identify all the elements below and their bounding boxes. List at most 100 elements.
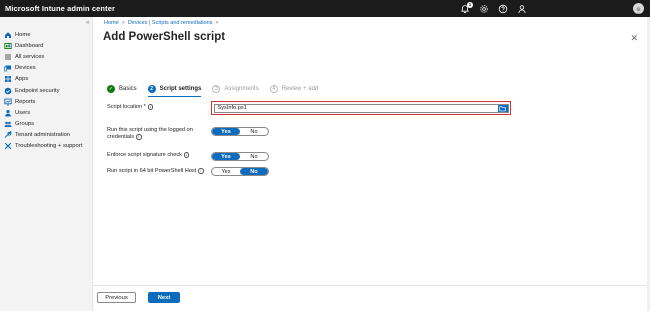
wizard-steps: ✓ Basics 2 Script settings 3 Assignments… <box>107 85 329 97</box>
step-number: 4 <box>269 85 278 93</box>
breadcrumb-separator: > <box>215 20 219 26</box>
sidebar-item-label: Users <box>15 109 31 116</box>
dashboard-icon <box>4 42 12 49</box>
info-icon[interactable]: i <box>147 104 154 110</box>
step-basics[interactable]: ✓ Basics <box>107 85 137 93</box>
script-location-row: Script location * i <box>107 104 213 111</box>
sidebar: « Home Dashboard All services Devices Ap… <box>0 17 93 311</box>
step-label: Script settings <box>159 86 202 92</box>
page-title: Add PowerShell script <box>103 31 226 43</box>
step-label: Assignments <box>224 86 259 92</box>
field-label-text: credentials <box>107 134 135 141</box>
avatar[interactable] <box>633 3 644 14</box>
sidebar-item-reports[interactable]: Reports <box>0 96 93 107</box>
users-icon <box>5 109 11 117</box>
app-title[interactable]: Microsoft Intune admin center <box>5 4 115 13</box>
previous-button[interactable]: Previous <box>97 292 136 303</box>
script-location-highlight: SysInfo.ps1 <box>211 101 511 115</box>
collapse-sidebar-icon[interactable]: « <box>86 20 89 26</box>
close-icon[interactable]: ✕ <box>630 33 638 44</box>
toggle-no[interactable]: No <box>240 153 268 160</box>
toggle-no[interactable]: No <box>240 168 268 175</box>
toggle-yes[interactable]: Yes <box>212 168 240 175</box>
step-review-add[interactable]: 4 Review + add <box>269 85 319 93</box>
sidebar-item-all-services[interactable]: All services <box>0 51 93 62</box>
breadcrumb-scripts[interactable]: Devices | Scripts and remediations <box>128 20 213 26</box>
endpoint-security-icon <box>4 87 12 94</box>
sidebar-item-label: Groups <box>15 121 35 128</box>
breadcrumb: Home > Devices | Scripts and remediation… <box>104 20 219 26</box>
run-64bit-row: Run script in 64 bit PowerShell Host i <box>107 168 213 175</box>
step-label: Basics <box>119 86 137 92</box>
enforce-signature-toggle[interactable]: Yes No <box>211 152 269 161</box>
run-logged-on-label: Run this script using the logged on crede… <box>107 127 213 141</box>
sidebar-nav: Home Dashboard All services Devices Apps… <box>0 29 93 152</box>
step-label: Review + add <box>281 86 319 92</box>
field-label-text: Script location * <box>107 104 146 111</box>
field-label-text: Run script in 64 bit PowerShell Host <box>107 168 197 175</box>
script-location-input[interactable]: SysInfo.ps1 <box>213 103 509 113</box>
field-label-text: Run this script using the logged on <box>107 127 193 133</box>
devices-icon <box>4 65 11 72</box>
notification-badge: 1 <box>467 1 473 8</box>
enforce-signature-row: Enforce script signature check i <box>107 152 213 159</box>
sidebar-item-apps[interactable]: Apps <box>0 74 93 85</box>
run-logged-on-toggle[interactable]: Yes No <box>211 127 269 136</box>
tenant-admin-icon <box>4 131 12 139</box>
help-icon[interactable] <box>498 4 508 14</box>
sidebar-item-label: Home <box>15 31 31 38</box>
folder-icon <box>499 105 506 111</box>
sidebar-item-users[interactable]: Users <box>0 107 93 118</box>
run-logged-on-row: Run this script using the logged on crede… <box>107 127 213 141</box>
sidebar-item-label: Reports <box>15 98 36 105</box>
enforce-signature-label: Enforce script signature check i <box>107 152 213 159</box>
step-script-settings[interactable]: 2 Script settings <box>147 85 202 97</box>
toggle-no[interactable]: No <box>240 128 268 135</box>
apps-icon <box>5 76 11 83</box>
reports-icon <box>4 98 12 106</box>
footer: Previous Next <box>93 285 650 311</box>
browse-folder-button[interactable] <box>497 104 508 112</box>
sidebar-item-home[interactable]: Home <box>0 29 93 40</box>
toggle-yes[interactable]: Yes <box>212 128 240 135</box>
troubleshooting-icon <box>4 143 12 150</box>
more-options-icon[interactable]: ··· <box>215 33 225 40</box>
feedback-icon[interactable] <box>517 4 527 14</box>
sidebar-item-label: Troubleshooting + support <box>15 143 83 150</box>
sidebar-item-label: Endpoint security <box>15 87 60 94</box>
top-bar: Microsoft Intune admin center 1 <box>0 0 650 17</box>
info-icon[interactable]: i <box>136 134 142 140</box>
step-number: 2 <box>147 85 156 93</box>
groups-icon <box>4 121 12 128</box>
breadcrumb-separator: > <box>121 20 125 26</box>
sidebar-item-troubleshooting[interactable]: Troubleshooting + support <box>0 141 93 152</box>
breadcrumb-home[interactable]: Home <box>104 20 119 26</box>
sidebar-item-dashboard[interactable]: Dashboard <box>0 40 93 51</box>
step-number: 3 <box>212 85 221 93</box>
run-64bit-label: Run script in 64 bit PowerShell Host i <box>107 168 213 175</box>
info-icon[interactable]: i <box>183 152 190 158</box>
field-label-text: Enforce script signature check <box>107 152 182 159</box>
toggle-yes[interactable]: Yes <box>212 153 240 160</box>
step-assignments[interactable]: 3 Assignments <box>212 85 259 93</box>
top-icons: 1 <box>460 0 527 17</box>
next-button[interactable]: Next <box>148 292 180 303</box>
sidebar-item-label: Tenant administration <box>15 132 71 139</box>
sidebar-item-label: Apps <box>15 76 29 83</box>
sidebar-item-tenant-administration[interactable]: Tenant administration <box>0 130 93 141</box>
bell-icon[interactable]: 1 <box>460 1 473 14</box>
script-location-label: Script location * i <box>107 104 213 111</box>
sidebar-item-label: Dashboard <box>15 42 44 49</box>
run-64bit-toggle[interactable]: Yes No <box>211 167 269 176</box>
info-icon[interactable]: i <box>198 168 204 174</box>
sidebar-item-endpoint-security[interactable]: Endpoint security <box>0 85 93 96</box>
sidebar-item-label: Devices <box>15 65 36 72</box>
sidebar-item-label: All services <box>15 53 45 60</box>
script-location-value: SysInfo.ps1 <box>217 105 247 111</box>
check-icon: ✓ <box>107 85 115 93</box>
sidebar-item-groups[interactable]: Groups <box>0 119 93 130</box>
all-services-icon <box>5 54 11 60</box>
home-icon <box>5 31 11 38</box>
sidebar-item-devices[interactable]: Devices <box>0 63 93 74</box>
gear-icon[interactable] <box>479 4 489 14</box>
